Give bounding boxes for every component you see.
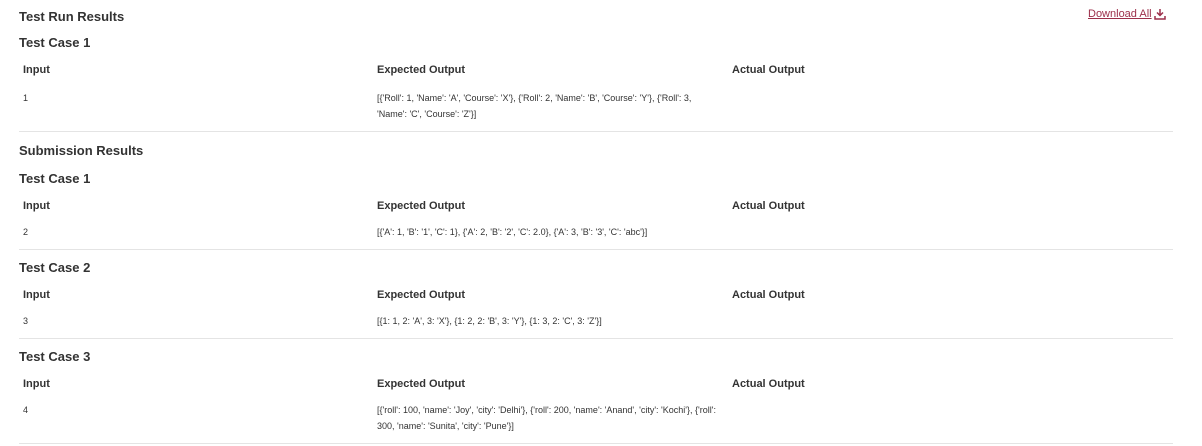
expected-output-value: [{'roll': 100, 'name': 'Joy', 'city': 'D… bbox=[377, 405, 716, 431]
actual-output-header: Actual Output bbox=[732, 378, 805, 390]
test-run-case-1-title: Test Case 1 bbox=[19, 35, 91, 50]
submission-case-1-title: Test Case 1 bbox=[19, 171, 91, 186]
input-header: Input bbox=[23, 289, 50, 301]
input-header: Input bbox=[23, 64, 50, 76]
expected-output-header: Expected Output bbox=[377, 200, 466, 212]
input-header: Input bbox=[23, 378, 50, 390]
input-value: 2 bbox=[23, 227, 29, 237]
download-all-label: Download All bbox=[1088, 8, 1152, 20]
input-value: 4 bbox=[23, 405, 29, 415]
input-header: Input bbox=[23, 200, 50, 212]
expected-output-value: [{1: 1, 2: 'A', 3: 'X'}, {1: 2, 2: 'B', … bbox=[377, 316, 602, 326]
input-value: 1 bbox=[23, 93, 29, 103]
submission-case-2-title: Test Case 2 bbox=[19, 260, 91, 275]
submission-results-title: Submission Results bbox=[19, 143, 144, 158]
divider bbox=[19, 131, 1173, 132]
submission-case-3-title: Test Case 3 bbox=[19, 349, 91, 364]
divider bbox=[19, 443, 1173, 444]
divider bbox=[19, 249, 1173, 250]
expected-output-value: [{'Roll': 1, 'Name': 'A', 'Course': 'X'}… bbox=[377, 93, 692, 119]
input-value: 3 bbox=[23, 316, 29, 326]
actual-output-header: Actual Output bbox=[732, 64, 805, 76]
actual-output-header: Actual Output bbox=[732, 289, 805, 301]
results-panel: Test Run Results Download All Test Case … bbox=[0, 0, 1202, 446]
download-icon bbox=[1153, 9, 1166, 20]
expected-output-header: Expected Output bbox=[377, 64, 466, 76]
download-all-link[interactable]: Download All bbox=[1088, 8, 1166, 20]
test-run-results-title: Test Run Results bbox=[19, 9, 125, 24]
divider bbox=[19, 338, 1173, 339]
expected-output-value: [{'A': 1, 'B': '1', 'C': 1}, {'A': 2, 'B… bbox=[377, 227, 648, 237]
expected-output-header: Expected Output bbox=[377, 378, 466, 390]
actual-output-header: Actual Output bbox=[732, 200, 805, 212]
expected-output-header: Expected Output bbox=[377, 289, 466, 301]
